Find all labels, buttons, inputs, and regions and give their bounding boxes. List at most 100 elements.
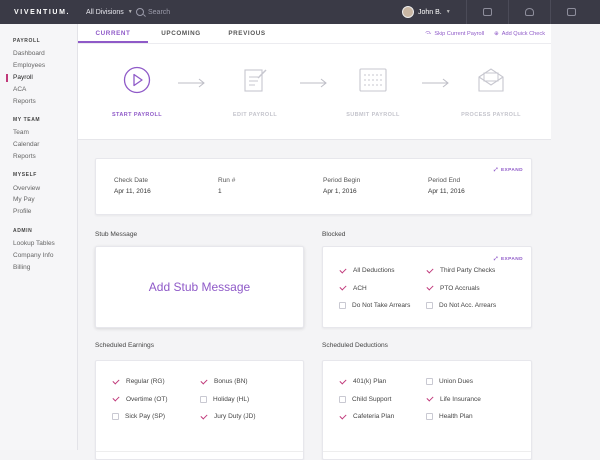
camera-icon xyxy=(483,8,492,16)
user-menu[interactable]: John B. ▼ xyxy=(402,6,466,18)
sidebar-item-reports[interactable]: Reports xyxy=(0,95,77,107)
check-label: All Deductions xyxy=(353,267,395,275)
check-label: Bonus (BN) xyxy=(214,378,248,386)
add-quick-check-label: Add Quick Check xyxy=(501,30,545,37)
check-label: Union Dues xyxy=(439,378,473,386)
chevron-down-icon: ▼ xyxy=(445,9,451,15)
calculator-icon xyxy=(314,66,432,94)
tab-upcoming[interactable]: UPCOMING xyxy=(148,24,214,43)
period-begin: Period Begin Apr 1, 2016 xyxy=(323,177,360,195)
step-process-payroll[interactable]: PROCESS PAYROLL xyxy=(432,66,550,118)
check-date: Check Date Apr 11, 2016 xyxy=(114,177,151,195)
sidebar-heading: MY TEAM xyxy=(13,116,41,123)
profile-button[interactable] xyxy=(508,0,550,24)
checkmark-icon xyxy=(426,284,434,292)
check-label: Overtime (OT) xyxy=(126,395,168,403)
right-gutter xyxy=(551,24,600,450)
tab-previous[interactable]: PREVIOUS xyxy=(214,24,280,43)
sidebar-item-billing[interactable]: Billing xyxy=(0,261,77,273)
step-submit-payroll[interactable]: SUBMIT PAYROLL xyxy=(314,66,432,118)
check-life-insurance[interactable]: Life Insurance xyxy=(426,391,481,409)
checkbox-icon xyxy=(112,413,119,421)
check-jury-duty[interactable]: Jury Duty (JD) xyxy=(200,408,256,426)
sidebar-item-profile[interactable]: Profile xyxy=(0,206,77,218)
check-all-deductions[interactable]: All Deductions xyxy=(339,262,410,280)
scheduled-deductions-card: 401(k) Plan Child Support Cafeteria Plan… xyxy=(322,360,532,460)
tab-current[interactable]: CURRENT xyxy=(78,24,148,43)
top-bar: VIVENTIUM. All Divisions ▼ Search John B… xyxy=(0,0,600,24)
check-third-party-checks[interactable]: Third Party Checks xyxy=(426,262,496,280)
checkbox-icon xyxy=(426,413,433,421)
checkmark-icon xyxy=(426,395,434,403)
sidebar-item-lookup-tables[interactable]: Lookup Tables xyxy=(0,238,77,250)
check-label: Child Support xyxy=(352,395,392,403)
add-quick-check-button[interactable]: ⊕ Add Quick Check xyxy=(494,31,545,37)
expand-icon: ⤢ xyxy=(493,168,498,173)
period-begin-value: Apr 1, 2016 xyxy=(323,188,357,195)
sidebar-group-my-team: MY TEAM Team Calendar Reports xyxy=(0,117,77,162)
scheduled-deductions-title: Scheduled Deductions xyxy=(322,342,388,349)
users-settings-button[interactable] xyxy=(550,0,592,24)
check-401k-plan[interactable]: 401(k) Plan xyxy=(339,373,394,391)
sidebar-item-team-reports[interactable]: Reports xyxy=(0,150,77,162)
sidebar-item-company-info[interactable]: Company Info xyxy=(0,249,77,261)
step-label: EDIT PAYROLL xyxy=(232,112,278,118)
check-cafeteria-plan[interactable]: Cafeteria Plan xyxy=(339,408,394,426)
deductions-checklist-right: Union Dues Life Insurance Health Plan xyxy=(426,373,481,426)
check-label: Health Plan xyxy=(439,413,473,421)
skip-payroll-button[interactable]: ⤼ Skip Current Payroll xyxy=(425,30,484,37)
check-do-not-acc-arrears[interactable]: Do Not Acc. Arrears xyxy=(426,297,496,315)
expand-button[interactable]: ⤢ EXPAND xyxy=(494,256,523,263)
skip-payroll-label: Skip Current Payroll xyxy=(434,30,485,37)
checkmark-icon xyxy=(200,413,208,421)
period-begin-label: Period Begin xyxy=(323,177,361,184)
check-sick-pay[interactable]: Sick Pay (SP) xyxy=(112,408,168,426)
check-label: 401(k) Plan xyxy=(353,378,387,386)
sidebar-item-aca[interactable]: ACA xyxy=(0,83,77,95)
check-label: Holiday (HL) xyxy=(213,395,250,403)
sidebar-item-overview[interactable]: Overview xyxy=(0,182,77,194)
check-ach[interactable]: ACH xyxy=(339,280,410,298)
check-health-plan[interactable]: Health Plan xyxy=(426,408,481,426)
check-union-dues[interactable]: Union Dues xyxy=(426,373,481,391)
stub-message-card[interactable]: Add Stub Message xyxy=(95,246,304,328)
check-do-not-take-arrears[interactable]: Do Not Take Arrears xyxy=(339,297,410,315)
checkmark-icon xyxy=(339,378,347,386)
sidebar-item-team[interactable]: Team xyxy=(0,127,77,139)
check-regular[interactable]: Regular (RG) xyxy=(112,373,168,391)
check-child-support[interactable]: Child Support xyxy=(339,391,394,409)
check-holiday[interactable]: Holiday (HL) xyxy=(200,391,256,409)
expand-button[interactable]: ⤢ EXPAND xyxy=(493,167,523,174)
edit-document-icon xyxy=(196,66,314,94)
division-selector[interactable]: All Divisions ▼ xyxy=(78,9,136,16)
blocked-card: ⤢ EXPAND All Deductions ACH Do Not Take … xyxy=(322,246,532,328)
check-bonus[interactable]: Bonus (BN) xyxy=(200,373,256,391)
sidebar-group-myself: MYSELF Overview My Pay Profile xyxy=(0,172,77,217)
sidebar-item-dashboard[interactable]: Dashboard xyxy=(0,48,77,60)
chevron-down-icon: ▼ xyxy=(127,9,133,15)
camera-button[interactable] xyxy=(466,0,508,24)
checkmark-icon xyxy=(426,267,434,275)
payroll-steps-panel: CURRENT UPCOMING PREVIOUS ⤼ Skip Current… xyxy=(78,24,551,140)
check-pto-accruals[interactable]: PTO Accruals xyxy=(426,280,496,298)
sidebar-item-payroll[interactable]: Payroll xyxy=(0,72,77,84)
sidebar-heading: ADMIN xyxy=(13,227,33,234)
sidebar-group-payroll: PAYROLL Dashboard Employees Payroll ACA … xyxy=(0,38,77,107)
check-overtime[interactable]: Overtime (OT) xyxy=(112,391,168,409)
step-start-payroll[interactable]: START PAYROLL xyxy=(78,66,196,118)
checkmark-icon xyxy=(200,378,208,386)
sidebar-item-employees[interactable]: Employees xyxy=(0,60,77,72)
blocked-title: Blocked xyxy=(322,231,346,238)
add-icon: ⊕ xyxy=(494,30,499,37)
step-label: PROCESS PAYROLL xyxy=(461,112,521,118)
add-stub-message[interactable]: Add Stub Message xyxy=(149,280,250,294)
sidebar-item-calendar[interactable]: Calendar xyxy=(0,139,77,151)
tab-actions: ⤼ Skip Current Payroll ⊕ Add Quick Check xyxy=(425,24,551,43)
sidebar-item-my-pay[interactable]: My Pay xyxy=(0,194,77,206)
search-input[interactable]: Search xyxy=(136,8,402,16)
check-date-value: Apr 11, 2016 xyxy=(114,188,151,195)
stub-message-title: Stub Message xyxy=(95,231,138,238)
sidebar-group-admin: ADMIN Lookup Tables Company Info Billing xyxy=(0,228,77,273)
blocked-checklist-left: All Deductions ACH Do Not Take Arrears xyxy=(339,262,410,315)
step-edit-payroll[interactable]: EDIT PAYROLL xyxy=(196,66,314,118)
